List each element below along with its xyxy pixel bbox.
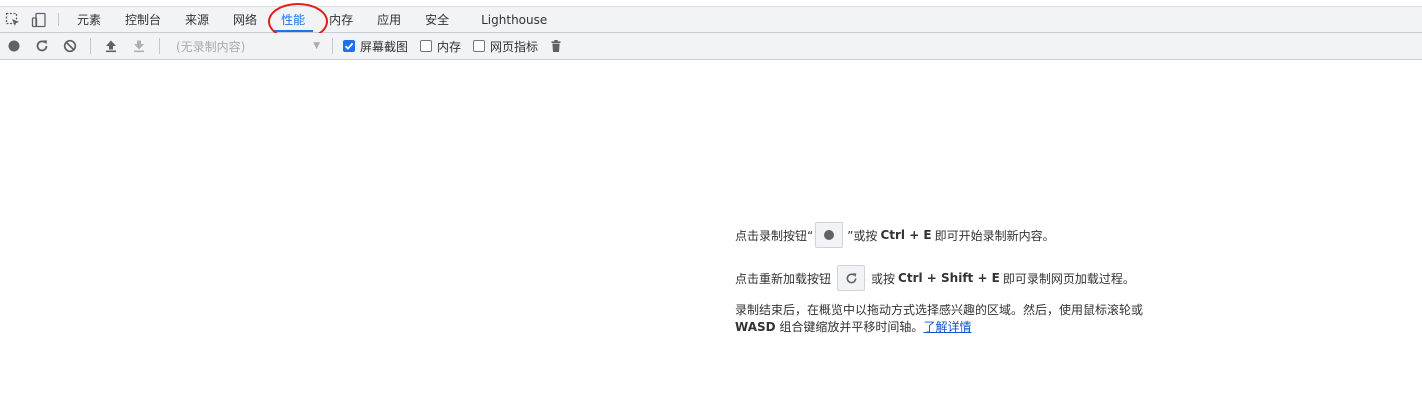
- checkbox-unchecked-icon[interactable]: [473, 40, 486, 52]
- checkbox-checked-icon[interactable]: [343, 40, 355, 52]
- tab-performance[interactable]: 性能: [269, 7, 317, 32]
- instruction-text: 点击录制按钮“: [735, 228, 814, 243]
- tab-label: 应用: [377, 13, 402, 27]
- tab-label: 元素: [77, 13, 102, 27]
- reload-instruction: 点击重新加载按钮 或按 Ctrl + Shift + E 即可录制网页加载过程。: [735, 264, 1215, 292]
- web-vitals-checkbox[interactable]: 网页指标: [473, 38, 538, 55]
- tab-label: 网络: [233, 13, 258, 27]
- learn-more-link[interactable]: 了解详情: [923, 320, 971, 334]
- toolbar-separator: [159, 38, 160, 54]
- tab-label: 内存: [329, 13, 354, 27]
- collect-garbage-button[interactable]: [542, 33, 570, 59]
- instruction-text: ”或按: [847, 228, 878, 243]
- tab-security[interactable]: 安全: [413, 7, 461, 32]
- tab-lighthouse[interactable]: Lighthouse: [469, 7, 559, 32]
- recording-select-value: (无录制内容): [176, 39, 246, 54]
- instruction-text: 点击重新加载按钮: [735, 271, 832, 286]
- toolbar-separator: [90, 38, 91, 54]
- tab-console[interactable]: 控制台: [113, 7, 173, 32]
- recording-select[interactable]: (无录制内容) ▼: [166, 36, 326, 56]
- record-instruction: 点击录制按钮“ ”或按 Ctrl + E 即可开始录制新内容。: [735, 222, 1215, 248]
- tab-label: Lighthouse: [481, 12, 548, 27]
- inline-reload-button[interactable]: [837, 265, 866, 291]
- reload-shortcut: Ctrl + Shift + E: [898, 271, 1000, 285]
- instruction-text: 即可开始录制新内容。: [934, 228, 1055, 243]
- record-shortcut: Ctrl + E: [880, 228, 932, 242]
- wasd-keys: WASD: [735, 320, 776, 334]
- device-toolbar-icon[interactable]: [26, 7, 52, 32]
- tab-label: 控制台: [125, 13, 162, 27]
- checkbox-label: 网页指标: [490, 39, 539, 54]
- help-text: 组合键缩放并平移时间轴。: [779, 320, 924, 334]
- upload-profile-icon: [106, 40, 116, 53]
- instruction-text: 即可录制网页加载过程。: [1002, 271, 1135, 286]
- devtools-tabbar: 元素 控制台 来源 网络 性能 内存 应用 安全 Lighthouse: [0, 6, 1422, 33]
- performance-toolbar: (无录制内容) ▼ 屏幕截图 内存 网页指标: [0, 33, 1422, 60]
- record-icon: [824, 230, 835, 240]
- record-icon: [8, 40, 20, 52]
- tab-label: 性能: [281, 13, 306, 27]
- clear-button[interactable]: [56, 33, 84, 59]
- checkbox-label: 屏幕截图: [360, 39, 409, 54]
- instruction-text: 或按: [871, 271, 896, 286]
- clear-icon: [63, 39, 77, 53]
- checkbox-unchecked-icon[interactable]: [420, 40, 433, 52]
- help-text-line: 录制结束后，在概览中以拖动方式选择感兴趣的区域。然后，使用鼠标滚轮或: [735, 303, 1144, 317]
- screenshots-checkbox[interactable]: 屏幕截图: [343, 38, 408, 55]
- help-text-line: WASD 组合键缩放并平移时间轴。了解详情: [735, 319, 1215, 336]
- inline-record-button[interactable]: [815, 222, 844, 248]
- tab-sources[interactable]: 来源: [173, 7, 221, 32]
- memory-checkbox[interactable]: 内存: [420, 38, 461, 55]
- tab-application[interactable]: 应用: [365, 7, 413, 32]
- record-button[interactable]: [0, 33, 28, 59]
- tab-label: 来源: [185, 13, 210, 27]
- load-profile-button[interactable]: [97, 33, 125, 59]
- reload-record-icon: [846, 272, 856, 283]
- tabbar-separator: [58, 13, 59, 26]
- toolbar-separator: [332, 38, 333, 54]
- timeline-help-text: 录制结束后，在概览中以拖动方式选择感兴趣的区域。然后，使用鼠标滚轮或 WASD …: [735, 302, 1215, 336]
- save-profile-button[interactable]: [125, 33, 153, 59]
- download-profile-icon: [134, 40, 144, 53]
- tab-elements[interactable]: 元素: [65, 7, 113, 32]
- tab-network[interactable]: 网络: [221, 7, 269, 32]
- reload-record-icon: [36, 40, 48, 52]
- checkbox-label: 内存: [437, 39, 462, 54]
- tab-label: 安全: [425, 13, 450, 27]
- dropdown-arrow-icon: ▼: [313, 41, 320, 51]
- performance-landing-message: 点击录制按钮“ ”或按 Ctrl + E 即可开始录制新内容。 点击重新加载按钮…: [735, 222, 1215, 336]
- trash-icon: [551, 40, 561, 52]
- reload-record-button[interactable]: [28, 33, 56, 59]
- tab-memory[interactable]: 内存: [317, 7, 365, 32]
- inspect-element-icon[interactable]: [0, 7, 26, 32]
